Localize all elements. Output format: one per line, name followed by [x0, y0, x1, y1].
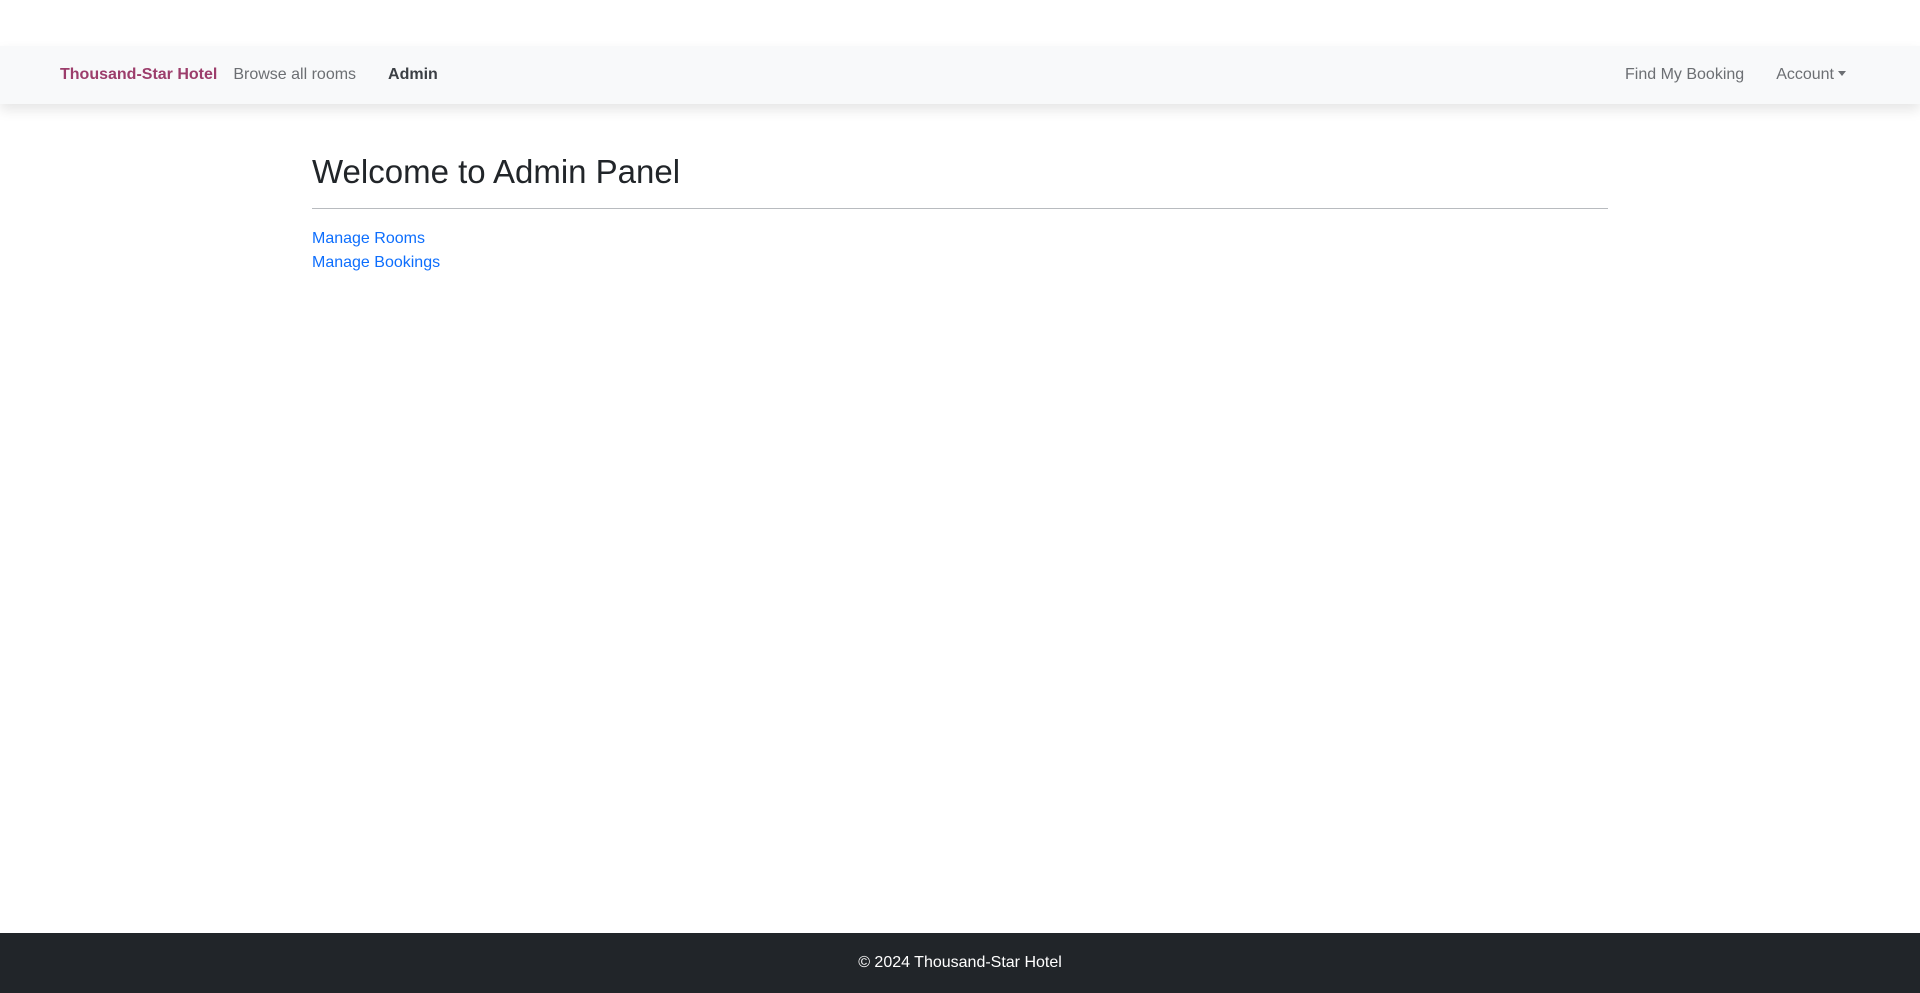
footer-copyright: © 2024 Thousand-Star Hotel	[858, 954, 1062, 971]
main-content: Welcome to Admin Panel Manage Rooms Mana…	[312, 150, 1608, 275]
page-title: Welcome to Admin Panel	[312, 153, 681, 190]
manage-bookings-link[interactable]: Manage Bookings	[312, 251, 1608, 275]
account-dropdown-toggle[interactable]: Account	[1776, 66, 1846, 84]
top-navbar: Thousand-Star Hotel Browse all rooms Adm…	[0, 46, 1920, 104]
manage-rooms-link[interactable]: Manage Rooms	[312, 227, 1608, 251]
nav-right-group: Find My Booking Account	[1593, 66, 1846, 84]
caret-down-icon	[1838, 71, 1846, 76]
page: Thousand-Star Hotel Browse all rooms Adm…	[0, 0, 1920, 993]
nav-find-my-booking[interactable]: Find My Booking	[1625, 66, 1744, 84]
nav-browse-rooms[interactable]: Browse all rooms	[233, 66, 356, 84]
account-label: Account	[1776, 66, 1834, 83]
footer: © 2024 Thousand-Star Hotel	[0, 933, 1920, 993]
nav-admin[interactable]: Admin	[388, 66, 438, 84]
brand-link[interactable]: Thousand-Star Hotel	[60, 66, 217, 84]
title-divider	[312, 208, 1608, 209]
